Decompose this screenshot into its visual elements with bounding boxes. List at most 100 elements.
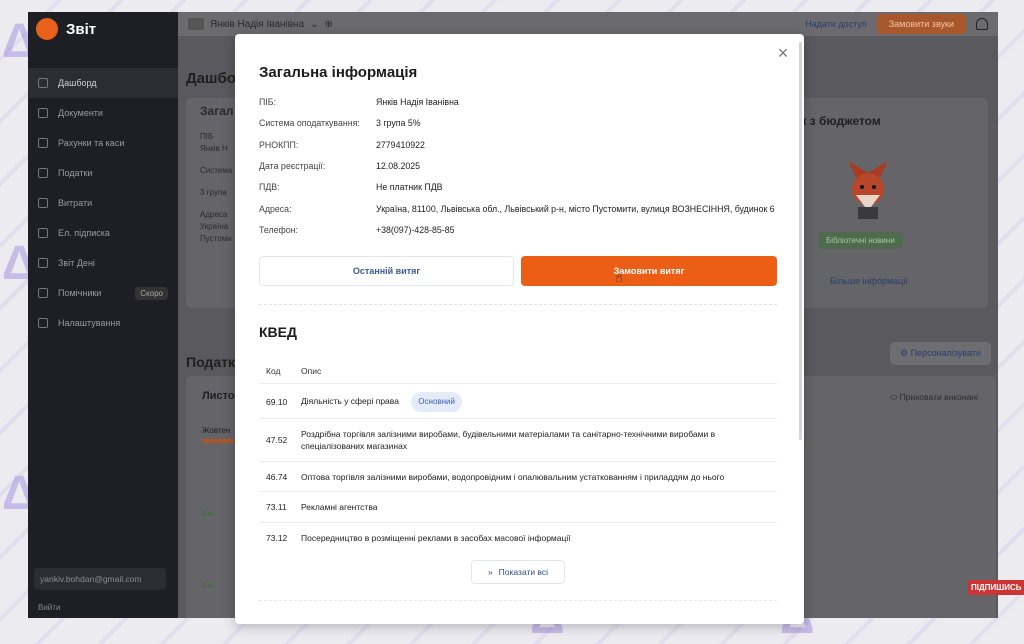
info-key: РНОКПП: [259,140,299,150]
wallet-icon [38,138,48,148]
kved-desc-cell: Діяльність у сфері права Основний [301,391,777,412]
sidebar-item-dashboard[interactable]: Дашборд [28,68,178,98]
sidebar-item-settings[interactable]: Налаштування [28,308,178,338]
sidebar-item-helpers[interactable]: Помічники Скоро [28,278,178,308]
status-mini: Сві [202,581,214,590]
status-mini: Сві [202,509,214,518]
progress-bar [202,439,236,443]
more-info-link[interactable]: Більше інформації [830,276,908,286]
grant-access-link[interactable]: Надати доступ [805,19,867,29]
sidebar-item-report[interactable]: Звіт Дені [28,248,178,278]
table-row: 46.74 Оптова торгівля залізними виробами… [259,462,777,492]
sidebar-item-label: Ел. підписка [58,228,110,238]
tasks-title: Листо [202,390,235,402]
sidebar: Звіт Дашборд Документи Рахунки та каси П… [28,12,178,618]
kved-code: 69.10 [266,396,288,407]
table-row: 69.10 Діяльність у сфері права Основний [259,385,777,419]
sidebar-item-label: Налаштування [58,318,121,328]
info-row-address: Адреса: Україна, 81100, Львівська обл., … [259,202,775,216]
fox-illustration-icon [848,161,888,219]
personalize-label: Персоналізувати [910,348,982,358]
sidebar-item-label: Помічники [58,288,102,298]
table-row: 47.52 Роздрібна торгівля залізними вироб… [259,419,777,462]
close-icon[interactable]: × [776,44,790,62]
table-row: 73.11 Рекламні агентства [259,492,777,523]
hide-done-label: Приховати виконані [899,392,978,402]
show-all-button[interactable]: » Показати всі [471,560,565,584]
bell-icon[interactable] [976,18,988,30]
gear-icon [38,318,48,328]
info-value: 3 група 5% [376,118,421,128]
info-row-tax-id: РНОКПП: 2779410922 [259,138,425,152]
table-row: 73.12 Посередництво в розміщенні реклами… [259,523,777,553]
sidebar-item-taxes[interactable]: Податки [28,158,178,188]
modal-title: Загальна інформація [259,64,418,81]
sidebar-item-label: Документи [58,108,103,118]
info-key: ПІБ: [259,97,276,107]
topbar: Янків Надія Іванівна ⌄ ⊕ Надати доступ З… [178,12,998,36]
gear-icon: ⚙ [900,348,909,358]
main-badge: Основний [411,391,462,412]
info-key: Дата реєстрації: [259,161,326,171]
kved-table-header: Код Опис [259,358,777,384]
kved-code: 73.11 [266,502,287,512]
sidebar-item-label: Податки [58,168,93,178]
peek-text: Україна [200,222,229,231]
info-value: Янків Надія Іванівна [376,97,459,107]
doc-icon [38,108,48,118]
show-all-label: Показати всі [498,567,549,577]
sidebar-item-expenses[interactable]: Витрати [28,188,178,218]
hand-cursor-icon: ☝ [615,270,623,285]
info-value: Україна, 81100, Львівська обл., Львівськ… [376,204,775,214]
personalize-button[interactable]: ⚙ Персоналізувати [890,342,992,365]
info-row-reg-date: Дата реєстрації: 12.08.2025 [259,159,420,173]
info-key: Телефон: [259,225,298,235]
chevron-down-icon: ⌄ [310,18,319,30]
scrollbar[interactable] [798,42,802,442]
order-button[interactable]: Замовити звуки [876,14,966,34]
last-extract-button[interactable]: Останній витяг [259,256,514,286]
info-key: ПДВ: [259,182,280,192]
signature-icon [38,228,48,238]
info-row-tax-system: Система оподаткування: 3 група 5% [259,116,421,130]
subscribe-badge[interactable]: ПІДПИШИСЬ [968,580,1024,595]
helpers-icon [38,288,48,298]
hide-done-toggle[interactable]: ⬭ Приховати виконані [890,392,978,403]
logout-link[interactable]: Вийти [38,603,60,612]
peek-text: ПІБ [200,132,214,141]
scrollbar-thumb[interactable] [799,42,802,440]
info-key: Адреса: [259,204,292,214]
report-icon [38,258,48,268]
section-title: Податк [186,354,235,370]
expense-icon [38,198,48,208]
info-value: 12.08.2025 [376,161,421,171]
peek-text: Янків Н [200,144,228,153]
month-label: Жовтен [202,426,231,435]
soon-badge: Скоро [135,286,168,300]
peek-text: 3 група [200,188,227,197]
kved-title: КВЕД [259,324,297,340]
info-row-name: ПІБ: Янків Надія Іванівна [259,95,459,109]
user-email[interactable]: yankiv.bohdan@gmail.com [34,568,166,590]
order-extract-button[interactable]: Замовити витяг [521,256,777,286]
peek-text: Пустоми [200,234,232,243]
info-key: Система оподаткування: [259,118,360,128]
app-logo[interactable]: Звіт [28,12,178,46]
sidebar-item-label: Звіт Дені [58,258,95,268]
kved-desc: Діяльність у сфері права [301,395,399,406]
avatar [188,18,204,30]
header-desc: Опис [301,365,322,376]
kved-desc: Роздрібна торгівля залізними виробами, б… [301,429,716,451]
sidebar-item-signature[interactable]: Ел. підписка [28,218,178,248]
user-selector[interactable]: Янків Надія Іванівна ⌄ ⊕ [188,18,333,30]
add-user-icon[interactable]: ⊕ [325,19,333,30]
sidebar-item-documents[interactable]: Документи [28,98,178,128]
kved-desc: Рекламні агентства [301,502,378,512]
info-value: 2779410922 [376,140,425,150]
double-chevron-down-icon: » [487,567,493,577]
peek-text: Адреса [200,210,228,219]
kved-desc: Посередництво в розміщенні реклами в зас… [301,533,571,543]
tax-icon [38,168,48,178]
sidebar-item-accounts[interactable]: Рахунки та каси [28,128,178,158]
kved-code: 46.74 [266,471,288,482]
